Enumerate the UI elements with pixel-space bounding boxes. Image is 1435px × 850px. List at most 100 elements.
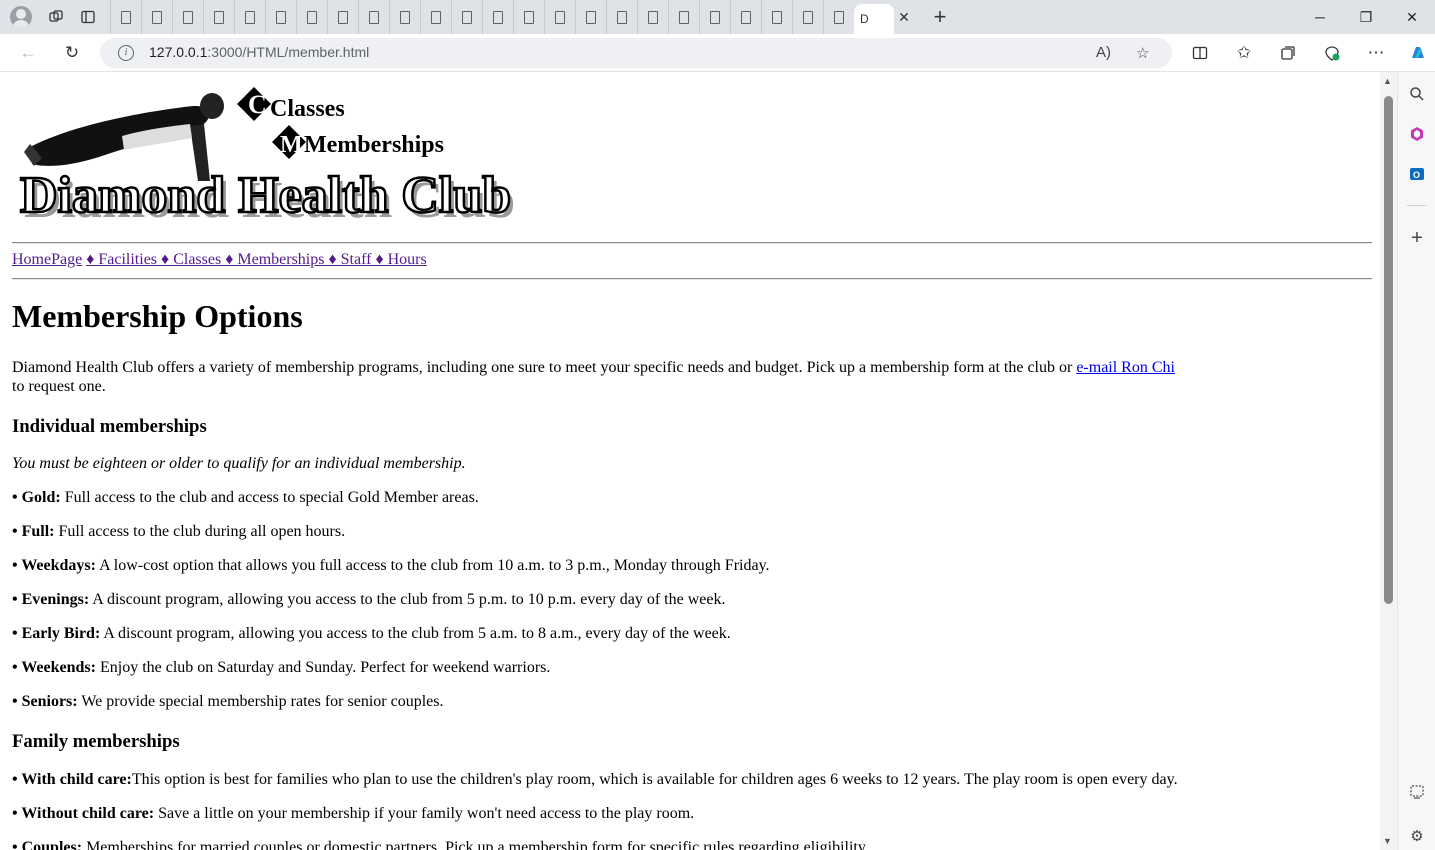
- background-tab[interactable]: [234, 0, 265, 34]
- nav-link-staff[interactable]: ♦ Staff: [328, 251, 375, 268]
- nav-link-memberships[interactable]: ♦ Memberships: [225, 251, 328, 268]
- background-tab[interactable]: [451, 0, 482, 34]
- item-name: • With child care:: [12, 771, 132, 788]
- search-icon[interactable]: [1407, 84, 1427, 104]
- tab-actions-icon[interactable]: [72, 1, 104, 33]
- background-tab[interactable]: [792, 0, 823, 34]
- background-tab[interactable]: [699, 0, 730, 34]
- new-tab-icon[interactable]: +: [924, 4, 956, 30]
- background-tab[interactable]: [172, 0, 203, 34]
- active-tab[interactable]: D: [854, 4, 894, 34]
- scroll-down-icon[interactable]: ▼: [1383, 836, 1392, 846]
- list-item: • Evenings: A discount program, allowing…: [12, 591, 725, 609]
- site-info-icon[interactable]: i: [118, 45, 134, 61]
- nav-link-classes[interactable]: ♦ Classes: [161, 251, 225, 268]
- background-tab[interactable]: [668, 0, 699, 34]
- back-arrow-icon[interactable]: ←: [16, 41, 40, 65]
- club-banner-logo: C Classes M Memberships Diamond Health C…: [19, 87, 515, 229]
- page-favicon-icon: [493, 10, 503, 24]
- intro-end-text: to request one.: [12, 377, 106, 395]
- screenshot-icon[interactable]: [1407, 782, 1427, 802]
- background-tab[interactable]: [420, 0, 451, 34]
- item-name: • Without child care:: [12, 805, 155, 822]
- browser-essentials-icon[interactable]: [1320, 41, 1344, 65]
- page-favicon-icon: [245, 10, 255, 24]
- top-divider: [12, 242, 1372, 244]
- sidebar-divider: [1407, 205, 1427, 206]
- item-desc: Save a little on your membership if your…: [154, 805, 695, 822]
- background-tab[interactable]: [761, 0, 792, 34]
- outlook-icon[interactable]: O: [1407, 164, 1427, 184]
- item-desc: Full access to the club during all open …: [54, 523, 346, 540]
- address-bar: ← ↻ i 127.0.0.1:3000/HTML/member.html A)…: [0, 34, 1435, 72]
- scroll-up-icon[interactable]: ▲: [1383, 76, 1392, 86]
- background-tab[interactable]: [544, 0, 575, 34]
- page-favicon-icon: [803, 10, 813, 24]
- bottom-divider: [12, 278, 1372, 280]
- profile-avatar[interactable]: [10, 6, 32, 28]
- list-item: • With child care:This option is best fo…: [12, 771, 1178, 789]
- favorites-icon[interactable]: ✩: [1232, 41, 1256, 65]
- collections-icon[interactable]: [1276, 41, 1300, 65]
- page-favicon-icon: [462, 10, 472, 24]
- nav-link-facilities[interactable]: ♦ Facilities: [86, 251, 161, 268]
- background-tab[interactable]: [823, 0, 854, 34]
- edge-sidebar: O + ⚙: [1397, 72, 1435, 850]
- background-tab[interactable]: [606, 0, 637, 34]
- classes-diamond-icon: C: [237, 87, 271, 121]
- intro-paragraph: Diamond Health Club offers a variety of …: [12, 359, 1182, 396]
- add-sidebar-app-icon[interactable]: +: [1407, 227, 1427, 249]
- background-tab[interactable]: [575, 0, 606, 34]
- copilot-icon[interactable]: [1406, 41, 1430, 65]
- url-field[interactable]: i 127.0.0.1:3000/HTML/member.html A) ☆: [100, 38, 1172, 68]
- tab-close-icon[interactable]: ✕: [894, 9, 914, 26]
- intro-text: Diamond Health Club offers a variety of …: [12, 359, 1077, 376]
- page-favicon-icon: [710, 10, 720, 24]
- background-tab[interactable]: [730, 0, 761, 34]
- background-tab[interactable]: [296, 0, 327, 34]
- page-favicon-icon: [369, 10, 379, 24]
- split-screen-icon[interactable]: [1188, 41, 1212, 65]
- background-tab[interactable]: [327, 0, 358, 34]
- nav-link-homepage[interactable]: HomePage: [12, 251, 82, 268]
- restore-icon[interactable]: ❐: [1343, 0, 1389, 34]
- background-tab[interactable]: [265, 0, 296, 34]
- page-favicon-icon: [152, 10, 162, 24]
- office-icon[interactable]: [1407, 124, 1427, 144]
- background-tab[interactable]: [513, 0, 544, 34]
- item-desc: Enjoy the club on Saturday and Sunday. P…: [95, 659, 551, 676]
- scrollbar-thumb[interactable]: [1384, 96, 1393, 604]
- page-favicon-icon: [679, 10, 689, 24]
- nav-link-hours[interactable]: ♦ Hours: [375, 251, 426, 268]
- site-navigation: HomePage ♦ Facilities ♦ Classes ♦ Member…: [12, 251, 427, 269]
- more-menu-icon[interactable]: ⋯: [1364, 41, 1388, 65]
- email-link[interactable]: e-mail Ron Chi: [1076, 359, 1175, 376]
- page-favicon-icon: [431, 10, 441, 24]
- list-item: • Seniors: We provide special membership…: [12, 693, 443, 711]
- vertical-scrollbar[interactable]: ▲ ▼: [1380, 72, 1397, 850]
- url-text[interactable]: 127.0.0.1:3000/HTML/member.html: [149, 44, 369, 60]
- favorite-star-icon[interactable]: ☆: [1136, 44, 1149, 62]
- background-tab[interactable]: [389, 0, 420, 34]
- settings-gear-icon[interactable]: ⚙: [1407, 826, 1427, 846]
- active-tab-label: D: [860, 12, 869, 26]
- page-favicon-icon: [307, 10, 317, 24]
- background-tab[interactable]: [141, 0, 172, 34]
- workspaces-icon[interactable]: [40, 1, 72, 33]
- close-window-icon[interactable]: ✕: [1389, 0, 1435, 34]
- item-desc: A discount program, allowing you access …: [100, 625, 731, 642]
- refresh-icon[interactable]: ↻: [60, 41, 84, 65]
- window-controls: ─ ❐ ✕: [1297, 0, 1435, 34]
- family-heading: Family memberships: [12, 731, 180, 752]
- background-tab[interactable]: [110, 0, 141, 34]
- background-tab[interactable]: [637, 0, 668, 34]
- svg-text:M: M: [280, 132, 303, 158]
- background-tab[interactable]: [482, 0, 513, 34]
- minimize-icon[interactable]: ─: [1297, 0, 1343, 34]
- read-aloud-icon[interactable]: A): [1096, 44, 1111, 61]
- tab-bar: D ✕ + ─ ❐ ✕: [0, 0, 1435, 34]
- background-tab[interactable]: [358, 0, 389, 34]
- item-name: • Early Bird:: [12, 625, 101, 642]
- list-item: • Gold: Full access to the club and acce…: [12, 489, 479, 507]
- background-tab[interactable]: [203, 0, 234, 34]
